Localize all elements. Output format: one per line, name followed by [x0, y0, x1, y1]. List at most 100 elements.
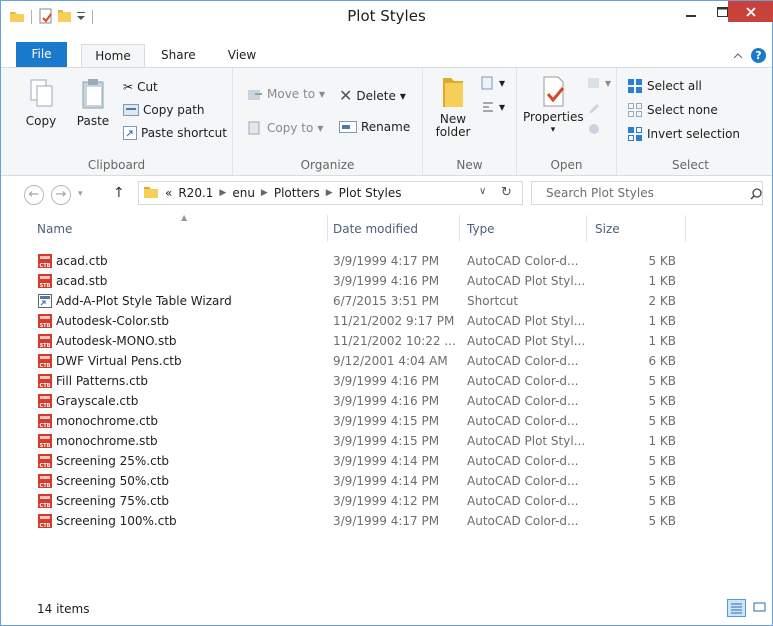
- breadcrumb-plot-styles[interactable]: Plot Styles: [339, 186, 402, 200]
- paste-shortcut-button[interactable]: Paste shortcut: [123, 126, 227, 140]
- easy-access-button[interactable]: ▾: [481, 100, 505, 114]
- back-button[interactable]: ←: [24, 185, 44, 205]
- cut-button[interactable]: ✂ Cut: [123, 80, 158, 94]
- rename-button[interactable]: Rename: [339, 120, 410, 134]
- chevron-down-icon: ▾: [499, 76, 506, 90]
- invert-selection-button[interactable]: Invert selection: [627, 126, 740, 142]
- ribbon-tabs: File Home Share View ?: [1, 42, 772, 68]
- ctb-file-icon: CTB: [37, 253, 53, 269]
- ctb-file-icon: CTB: [37, 513, 53, 529]
- svg-text:STB: STB: [40, 343, 51, 349]
- large-icons-view-button[interactable]: [751, 599, 770, 617]
- column-divider[interactable]: [327, 215, 328, 242]
- file-size: 6 KB: [648, 354, 676, 368]
- open-button[interactable]: ▾: [587, 76, 611, 90]
- copy-to-label: Copy to: [267, 121, 314, 135]
- breadcrumb-chevron-icon[interactable]: ▶: [219, 188, 226, 198]
- file-row[interactable]: STB Autodesk-Color.stb 11/21/2002 9:17 PM A…: [1, 311, 772, 331]
- large-icons-view-icon: [753, 602, 766, 612]
- delete-button[interactable]: ✕ Delete ▾: [339, 86, 406, 105]
- help-icon[interactable]: ?: [751, 48, 766, 63]
- copy-path-button[interactable]: Copy path: [123, 103, 205, 117]
- file-date-modified: 11/21/2002 9:17 PM: [333, 314, 455, 328]
- select-all-button[interactable]: Select all: [627, 78, 702, 94]
- file-row[interactable]: CTB Screening 75%.ctb 3/9/1999 4:12 PM Auto…: [1, 491, 772, 511]
- details-view-button[interactable]: [727, 599, 746, 617]
- file-type: AutoCAD Color-d...: [467, 354, 579, 368]
- expand-ribbon-icon[interactable]: [733, 49, 743, 63]
- tab-view[interactable]: View: [227, 44, 257, 67]
- ctb-file-icon: CTB: [37, 393, 53, 409]
- file-row[interactable]: CTB monochrome.ctb 3/9/1999 4:15 PM AutoCAD…: [1, 411, 772, 431]
- breadcrumb-overflow[interactable]: «: [165, 186, 172, 200]
- file-list: ▲ Name Date modified Type Size CTB acad.c…: [1, 213, 772, 593]
- breadcrumb-chevron-icon[interactable]: ▶: [326, 188, 333, 198]
- address-history-chevron-icon[interactable]: ∨: [479, 186, 486, 197]
- file-row[interactable]: CTB Screening 25%.ctb 3/9/1999 4:14 PM Auto…: [1, 451, 772, 471]
- tab-home[interactable]: Home: [81, 44, 145, 68]
- file-date-modified: 11/21/2002 10:22 ...: [333, 334, 456, 348]
- column-name[interactable]: Name: [37, 222, 72, 236]
- copy-to-button[interactable]: Copy to ▾: [247, 120, 323, 136]
- breadcrumb-enu[interactable]: enu: [232, 186, 255, 200]
- file-row[interactable]: CTB acad.ctb 3/9/1999 4:17 PM AutoCAD Color…: [1, 251, 772, 271]
- breadcrumb-chevron-icon[interactable]: ▶: [261, 188, 268, 198]
- delete-label: Delete: [356, 88, 396, 103]
- file-row[interactable]: CTB DWF Virtual Pens.ctb 9/12/2001 4:04 AM…: [1, 351, 772, 371]
- organize-group: Move to ▾ Copy to ▾ ✕ Delete ▾ Rename Or…: [233, 68, 423, 175]
- file-type: AutoCAD Color-d...: [467, 514, 579, 528]
- file-type: AutoCAD Plot Styl...: [467, 274, 586, 288]
- stb-file-icon: STB: [37, 313, 53, 329]
- move-to-button[interactable]: Move to ▾: [247, 86, 325, 102]
- file-row[interactable]: Add-A-Plot Style Table Wizard 6/7/2015 3:…: [1, 291, 772, 311]
- new-group-label: New: [456, 158, 483, 172]
- minimize-button[interactable]: [676, 1, 706, 23]
- refresh-icon[interactable]: ↻: [501, 185, 512, 200]
- file-name: monochrome.ctb: [56, 414, 158, 428]
- edit-button[interactable]: [587, 100, 601, 114]
- history-button[interactable]: [587, 122, 601, 136]
- column-divider[interactable]: [459, 215, 460, 242]
- file-row[interactable]: CTB Grayscale.ctb 3/9/1999 4:16 PM AutoCAD …: [1, 391, 772, 411]
- file-row[interactable]: STB monochrome.stb 3/9/1999 4:15 PM AutoCAD…: [1, 431, 772, 451]
- column-size[interactable]: Size: [595, 222, 620, 236]
- recent-locations-button[interactable]: ▾: [78, 189, 83, 199]
- tab-share[interactable]: Share: [161, 44, 196, 67]
- copy-to-icon: [248, 121, 260, 135]
- close-button[interactable]: [728, 1, 773, 22]
- search-icon[interactable]: [750, 188, 762, 203]
- new-folder-button[interactable]: New folder: [433, 74, 473, 139]
- file-row[interactable]: CTB Fill Patterns.ctb 3/9/1999 4:16 PM Auto…: [1, 371, 772, 391]
- file-row[interactable]: STB Autodesk-MONO.stb 11/21/2002 10:22 ...…: [1, 331, 772, 351]
- window-title: Plot Styles: [347, 7, 426, 25]
- paste-button[interactable]: Paste: [73, 78, 113, 128]
- up-button[interactable]: ↑: [113, 185, 125, 201]
- search-input[interactable]: Search Plot Styles: [531, 181, 763, 205]
- file-name: Screening 50%.ctb: [56, 474, 170, 488]
- breadcrumb-r20[interactable]: R20.1: [178, 186, 213, 200]
- column-type[interactable]: Type: [467, 222, 495, 236]
- file-row[interactable]: CTB Screening 100%.ctb 3/9/1999 4:17 PM Aut…: [1, 511, 772, 531]
- file-type: AutoCAD Color-d...: [467, 414, 579, 428]
- copy-path-label: Copy path: [143, 103, 205, 117]
- forward-button[interactable]: →: [51, 185, 71, 205]
- column-divider[interactable]: [586, 215, 587, 242]
- file-type: Shortcut: [467, 294, 519, 308]
- svg-text:CTB: CTB: [40, 483, 51, 489]
- file-row[interactable]: CTB Screening 50%.ctb 3/9/1999 4:14 PM Auto…: [1, 471, 772, 491]
- file-row[interactable]: STB acad.stb 3/9/1999 4:16 PM AutoCAD Plot …: [1, 271, 772, 291]
- svg-text:CTB: CTB: [40, 383, 51, 389]
- new-item-button[interactable]: ▾: [481, 76, 505, 90]
- properties-button[interactable]: Properties ▾: [523, 74, 584, 137]
- breadcrumb-plotters[interactable]: Plotters: [274, 186, 320, 200]
- stb-file-icon: STB: [37, 433, 53, 449]
- select-none-button[interactable]: Select none: [627, 102, 718, 118]
- column-divider[interactable]: [685, 215, 686, 242]
- column-date-modified[interactable]: Date modified: [333, 222, 418, 236]
- tab-file[interactable]: File: [16, 42, 67, 67]
- svg-text:STB: STB: [40, 443, 51, 449]
- select-group: Select all Select none Invert selection …: [617, 68, 764, 175]
- copy-button[interactable]: Copy: [21, 78, 61, 128]
- copy-label: Copy: [25, 114, 57, 128]
- address-bar[interactable]: « R20.1 ▶ enu ▶ Plotters ▶ Plot Styles ∨…: [138, 181, 523, 205]
